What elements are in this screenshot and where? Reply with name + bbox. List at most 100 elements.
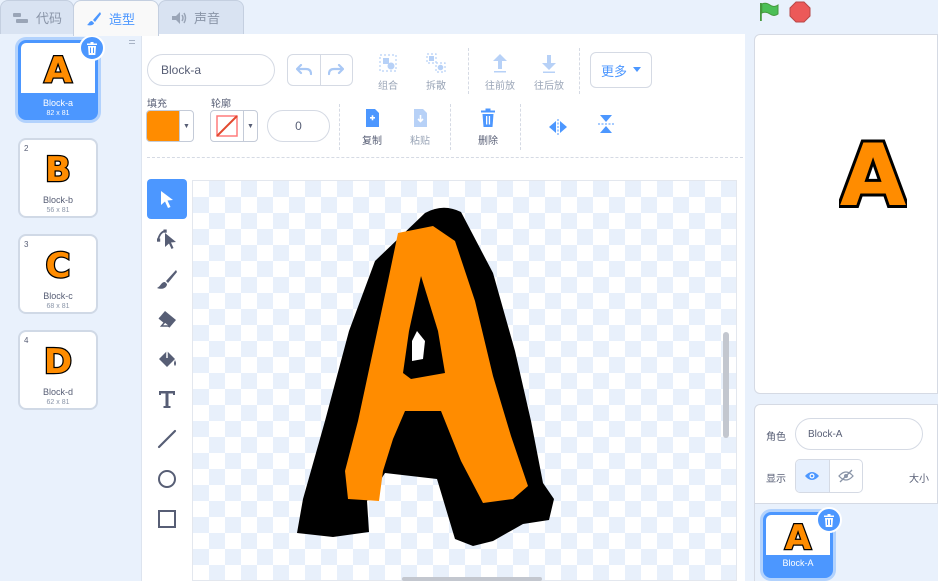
sprite-name-input[interactable]: Block-A	[795, 418, 923, 450]
tab-sounds[interactable]: 声音	[158, 0, 244, 34]
scroll-grip	[129, 40, 135, 44]
rectangle-tool[interactable]	[147, 499, 187, 539]
circle-tool[interactable]	[147, 459, 187, 499]
costume-list-scrollbar[interactable]	[124, 34, 138, 581]
drawing-canvas[interactable]	[192, 180, 737, 581]
eraser-tool[interactable]	[147, 299, 187, 339]
fill-color-picker[interactable]: ▼	[146, 110, 194, 142]
delete-label: 删除	[478, 136, 498, 147]
tab-costumes[interactable]: 造型	[73, 0, 159, 36]
tab-sounds-label: 声音	[194, 11, 221, 26]
costume-size: 62 x 81	[46, 399, 70, 406]
reshape-icon	[157, 229, 176, 249]
eye-slash-icon	[837, 469, 854, 483]
outline-color-picker[interactable]: ▼	[210, 110, 258, 142]
delete-button[interactable]: 删除	[466, 107, 510, 147]
trash-icon	[824, 513, 834, 527]
sprite-label: 角色	[766, 432, 786, 443]
costume-size: 82 x 81	[46, 110, 70, 117]
rectangle-icon	[158, 510, 176, 528]
show-button[interactable]	[796, 460, 830, 492]
group-button[interactable]: 组合	[366, 52, 410, 92]
outline-width-input[interactable]: 0	[267, 110, 330, 142]
forward-button[interactable]: 往前放	[478, 52, 522, 92]
arrow-down-icon	[527, 52, 571, 74]
costume-item-block-c[interactable]: 3 C Block-c 68 x 81	[18, 234, 98, 314]
line-icon	[157, 429, 177, 449]
circle-icon	[158, 470, 176, 488]
svg-text:A: A	[785, 518, 812, 553]
eye-icon	[805, 472, 820, 480]
line-tool[interactable]	[147, 419, 187, 459]
eraser-icon	[158, 311, 176, 328]
ungroup-button[interactable]: 拆散	[414, 52, 458, 92]
more-label: 更多	[600, 63, 627, 79]
stage-preview[interactable]: A	[754, 34, 938, 394]
text-icon	[159, 391, 175, 408]
select-tool[interactable]	[147, 179, 187, 219]
text-tool[interactable]	[147, 379, 187, 419]
costume-item-block-a[interactable]: A 1 Block-a 82 x 81	[18, 35, 105, 120]
costume-number: 1	[25, 47, 30, 56]
stop-button[interactable]	[789, 1, 811, 23]
separator	[339, 104, 340, 150]
separator	[520, 104, 521, 150]
sprite-list: A Block-A	[754, 504, 938, 581]
brush-tool[interactable]	[147, 259, 187, 299]
backward-label: 往后放	[534, 81, 564, 92]
redo-icon	[328, 64, 345, 76]
caret-down-icon	[633, 67, 641, 72]
green-flag-button[interactable]	[758, 2, 780, 22]
visibility-toggle	[795, 459, 863, 493]
hide-button[interactable]	[830, 460, 863, 492]
costume-name: Block-c	[43, 291, 73, 301]
costume-item-block-d[interactable]: 4 D Block-d 62 x 81	[18, 330, 98, 410]
delete-sprite-button[interactable]	[816, 507, 842, 533]
speaker-icon	[171, 11, 189, 25]
svg-text:A: A	[44, 50, 72, 87]
flip-vertical-button[interactable]	[584, 113, 628, 138]
group-label: 组合	[378, 81, 398, 92]
svg-text:D: D	[44, 342, 72, 377]
trash-icon	[87, 41, 97, 55]
flip-vertical-icon	[584, 113, 628, 135]
fill-tool[interactable]	[147, 339, 187, 379]
sprite-item-block-a[interactable]: A Block-A	[763, 507, 842, 578]
group-icon	[366, 52, 410, 74]
separator	[450, 104, 451, 150]
brush-icon	[86, 11, 104, 26]
sprite-on-stage: A	[839, 123, 907, 211]
editor-tabs: 代码 造型 声音	[0, 0, 748, 36]
delete-costume-button[interactable]	[79, 35, 105, 61]
separator	[579, 48, 580, 94]
paste-button[interactable]: 粘贴	[398, 107, 442, 147]
costume-thumbnail: C	[20, 238, 96, 286]
costume-list: A 1 Block-a 82 x 81 2 B Block-b 56 x 81 …	[0, 34, 124, 581]
paint-bucket-icon	[159, 351, 176, 367]
reshape-tool[interactable]	[147, 219, 187, 259]
costume-name: Block-d	[42, 387, 73, 397]
tab-code[interactable]: 代码	[0, 0, 74, 34]
sprite-item-name: Block-A	[782, 558, 814, 568]
paste-label: 粘贴	[410, 136, 430, 147]
green-flag-icon	[760, 2, 779, 21]
costume-name-input[interactable]: Block-a	[147, 54, 275, 86]
paint-editor: Block-a 组合 拆散 往前放 往后放 更多 填充 轮廓 ▼ ▼ 0 复制 …	[141, 34, 745, 581]
backward-button[interactable]: 往后放	[527, 52, 571, 92]
ungroup-label: 拆散	[426, 81, 446, 92]
forward-label: 往前放	[485, 81, 515, 92]
flip-horizontal-button[interactable]	[536, 116, 580, 141]
costume-size: 68 x 81	[46, 303, 70, 310]
toolbar-divider	[147, 157, 743, 158]
costume-item-block-b[interactable]: 2 B Block-b 56 x 81	[18, 138, 98, 218]
canvas-vertical-scrollbar[interactable]	[723, 332, 729, 438]
canvas-horizontal-scrollbar[interactable]	[402, 577, 542, 581]
undo-button[interactable]	[288, 55, 321, 85]
copy-icon	[350, 107, 394, 129]
redo-button[interactable]	[321, 55, 353, 85]
svg-text:A: A	[840, 126, 907, 211]
more-button[interactable]: 更多	[590, 52, 652, 88]
paste-icon	[398, 107, 442, 129]
costume-artwork	[297, 207, 554, 546]
copy-button[interactable]: 复制	[350, 107, 394, 147]
